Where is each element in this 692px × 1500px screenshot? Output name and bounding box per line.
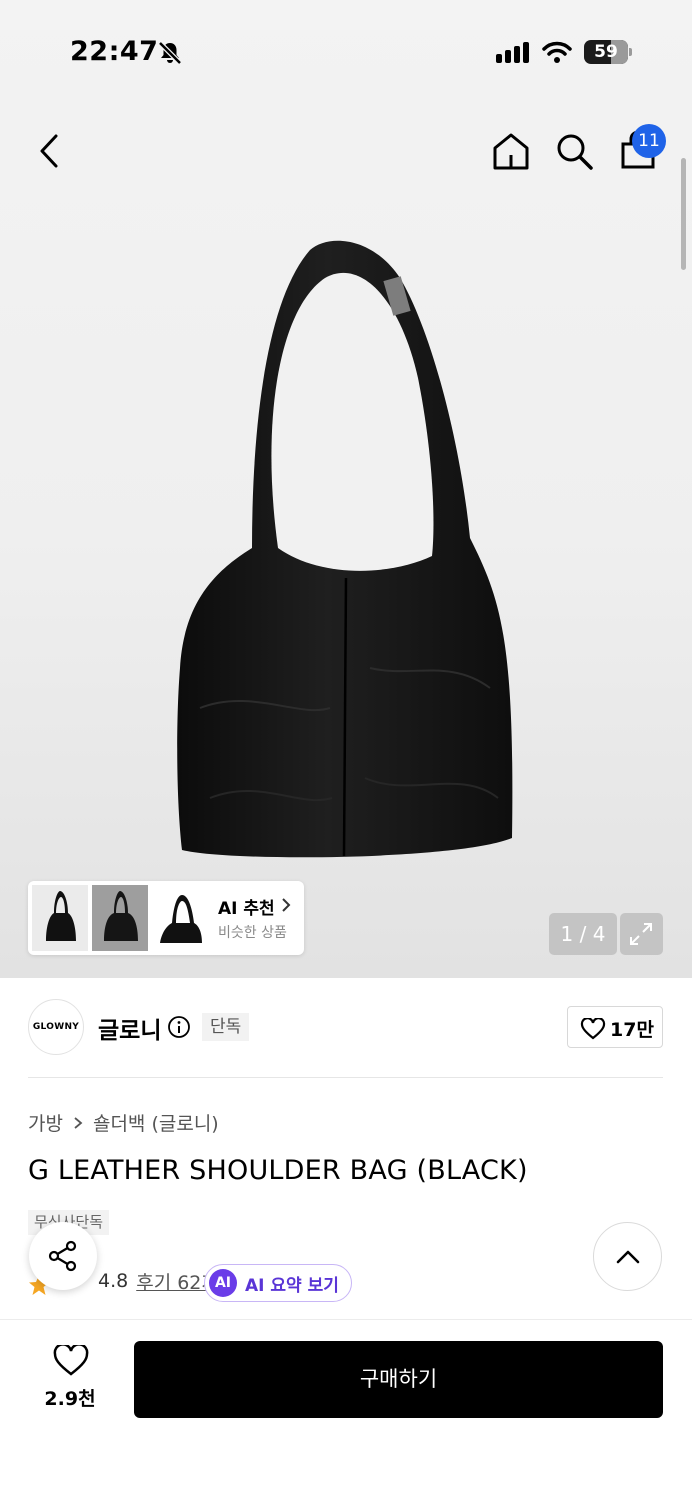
battery-level: 59 — [594, 42, 618, 62]
ai-recommendation-subtitle: 비슷한 상품 — [218, 925, 287, 941]
expand-icon — [630, 923, 652, 945]
thumbnail-3[interactable] — [152, 885, 208, 951]
back-icon[interactable] — [34, 132, 64, 170]
bell-slash-icon — [158, 41, 182, 65]
heart-icon[interactable] — [53, 1345, 89, 1377]
chevron-right-icon — [282, 898, 291, 912]
thumbnail-1[interactable] — [32, 885, 88, 951]
divider — [28, 1077, 663, 1078]
chevron-right-icon — [74, 1116, 83, 1129]
exclusive-badge: 단독 — [202, 1013, 250, 1041]
expand-image-button[interactable] — [620, 913, 663, 955]
signal-icon — [496, 42, 529, 63]
heart-icon — [580, 1018, 606, 1040]
ai-recommendation-title[interactable]: AI 추천 — [218, 894, 275, 919]
ai-summary-button[interactable]: AI AI 요약 보기 — [204, 1264, 352, 1302]
info-icon[interactable] — [167, 1015, 191, 1039]
thumbnail-strip: AI 추천 비슷한 상품 — [28, 881, 304, 955]
brand-like-count: 17만 — [610, 1019, 654, 1041]
breadcrumb-category[interactable]: 가방 — [28, 1109, 63, 1136]
buy-button[interactable]: 구매하기 — [134, 1341, 663, 1418]
brand-like-button[interactable]: 17만 — [567, 1006, 663, 1048]
home-icon[interactable] — [490, 131, 532, 171]
status-time: 22:47 — [70, 36, 159, 67]
image-page-indicator: 1 / 4 — [549, 913, 617, 955]
share-icon — [48, 1240, 77, 1272]
rating-value: 4.8 — [98, 1270, 129, 1292]
ai-icon: AI — [209, 1269, 237, 1297]
wish-count: 2.9천 — [44, 1388, 96, 1410]
breadcrumb: 가방 숄더백 (글로니) — [28, 1109, 219, 1136]
ai-summary-label: AI 요약 보기 — [245, 1275, 339, 1296]
brand-name[interactable]: 글로니 — [98, 1011, 161, 1045]
search-icon[interactable] — [555, 132, 595, 172]
thumbnail-2[interactable] — [92, 885, 148, 951]
chevron-up-icon — [616, 1250, 640, 1264]
battery-icon: 59 — [584, 40, 632, 64]
product-photo — [177, 240, 513, 858]
product-title: G LEATHER SHOULDER BAG (BLACK) — [28, 1155, 528, 1186]
brand-logo[interactable]: GLOWNY — [28, 999, 84, 1055]
cart-count-badge: 11 — [632, 124, 666, 158]
wifi-icon — [542, 41, 572, 63]
breadcrumb-subcategory[interactable]: 숄더백 (글로니) — [93, 1109, 219, 1136]
scroll-to-top-button[interactable] — [593, 1222, 662, 1291]
share-button[interactable] — [29, 1222, 97, 1290]
scrollbar[interactable] — [681, 158, 686, 270]
